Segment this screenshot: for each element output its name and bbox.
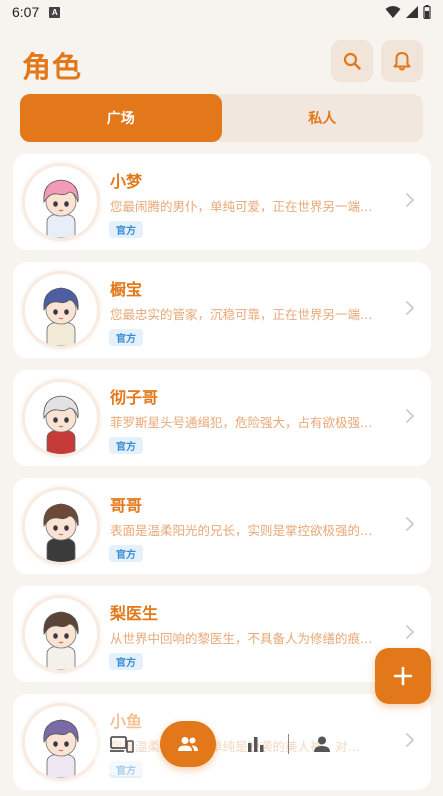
character-description: 您最闹腾的男仆，单纯可爱，正在世界另一端… — [110, 199, 373, 214]
status-icons — [385, 5, 431, 19]
avatar — [25, 598, 97, 670]
status-bar: 6:07 A — [0, 0, 443, 24]
character-card[interactable]: 橱宝 您最忠实的管家，沉稳可靠，正在世界另一端… 官方 — [13, 262, 431, 358]
cellular-icon — [406, 6, 418, 18]
nav-devices[interactable] — [106, 732, 138, 756]
avatar-illustration — [43, 287, 79, 346]
devices-icon — [110, 736, 134, 753]
avatar-illustration — [43, 719, 79, 778]
avatar-illustration — [43, 611, 79, 670]
tab-square[interactable]: 广场 — [20, 94, 222, 142]
chevron-right-icon — [405, 516, 415, 536]
character-card[interactable]: 梨医生 从世界中回响的黎医生，不具备人为修缮的痕… 官方 — [13, 586, 431, 682]
official-badge: 官方 — [109, 545, 143, 562]
character-card[interactable]: 小梦 您最闹腾的男仆，单纯可爱，正在世界另一端… 官方 — [13, 154, 431, 250]
tab-bar: 广场 私人 — [20, 94, 423, 142]
chevron-right-icon — [405, 192, 415, 212]
chevron-right-icon — [405, 408, 415, 428]
battery-icon — [423, 5, 431, 19]
add-character-button[interactable] — [375, 648, 431, 704]
character-card[interactable]: 哥哥 表面是温柔阳光的兄长，实则是掌控欲极强的… 官方 — [13, 478, 431, 574]
avatar — [25, 166, 97, 238]
character-card[interactable]: 彻子哥 菲罗斯星头号通缉犯，危险强大，占有欲极强… 官方 — [13, 370, 431, 466]
status-time: 6:07 — [12, 4, 40, 20]
avatar-illustration — [43, 395, 79, 454]
tab-private[interactable]: 私人 — [222, 94, 424, 142]
character-name: 橱宝 — [110, 280, 143, 299]
avatar — [25, 382, 97, 454]
avatar — [25, 274, 97, 346]
bell-icon — [393, 52, 411, 71]
person-icon — [314, 736, 330, 752]
search-icon — [343, 52, 361, 70]
nav-divider — [288, 734, 289, 754]
official-badge: 官方 — [109, 653, 143, 670]
official-badge: 官方 — [109, 221, 143, 238]
character-name: 哥哥 — [110, 496, 143, 515]
chevron-right-icon — [405, 732, 415, 752]
nav-profile[interactable] — [308, 732, 336, 756]
plus-icon — [393, 666, 413, 686]
bar-chart-icon — [248, 737, 264, 752]
character-name: 梨医生 — [110, 604, 159, 623]
notification-a-icon: A — [49, 6, 61, 18]
character-description: 从世界中回响的黎医生，不具备人为修缮的痕… — [110, 631, 373, 646]
bottom-nav — [90, 712, 366, 776]
official-badge: 官方 — [109, 329, 143, 346]
official-badge: 官方 — [109, 437, 143, 454]
character-name: 小梦 — [110, 172, 143, 191]
character-description: 您最忠实的管家，沉稳可靠，正在世界另一端… — [110, 307, 373, 322]
search-button[interactable] — [331, 40, 373, 82]
avatar-illustration — [43, 179, 79, 238]
avatar — [25, 706, 97, 778]
character-description: 菲罗斯星头号通缉犯，危险强大，占有欲极强… — [110, 415, 373, 430]
header: 角色 — [0, 36, 443, 88]
notification-button[interactable] — [381, 40, 423, 82]
page-title: 角色 — [22, 50, 83, 84]
nav-roles[interactable] — [160, 721, 216, 767]
avatar — [25, 490, 97, 562]
chevron-right-icon — [405, 300, 415, 320]
nav-stats[interactable] — [242, 732, 270, 756]
wifi-icon — [385, 6, 401, 18]
character-name: 彻子哥 — [110, 388, 159, 407]
chevron-right-icon — [405, 624, 415, 644]
avatar-illustration — [43, 503, 79, 562]
character-description: 表面是温柔阳光的兄长，实则是掌控欲极强的… — [110, 523, 373, 538]
people-icon — [178, 737, 198, 751]
